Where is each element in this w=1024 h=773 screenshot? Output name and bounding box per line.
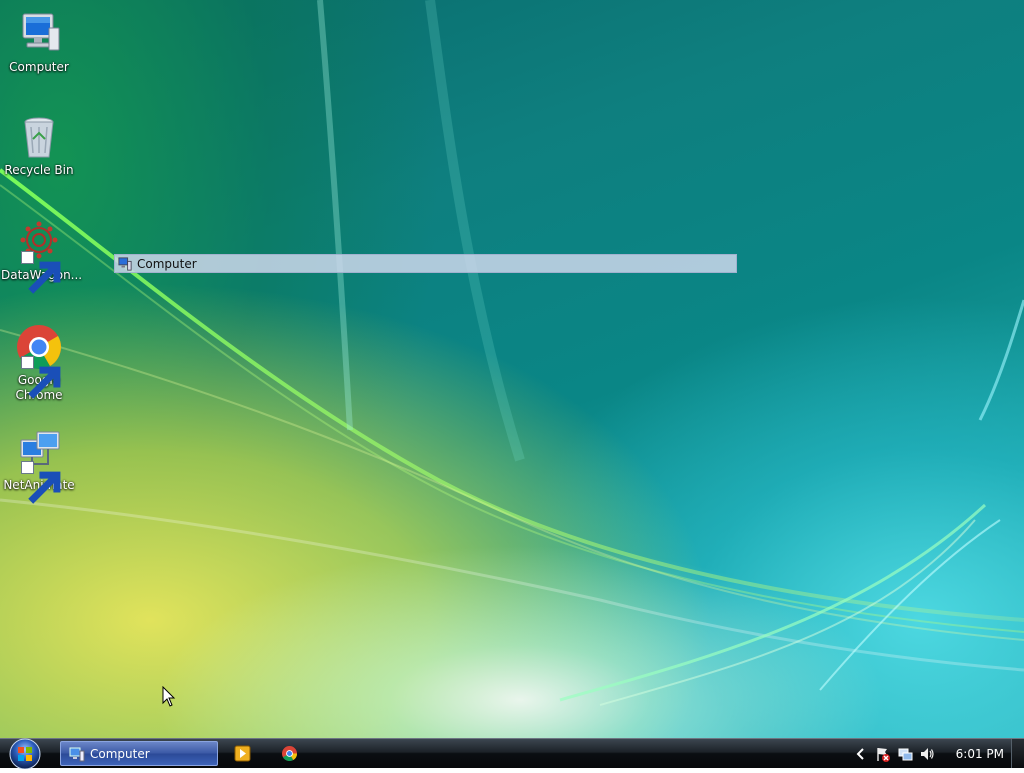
taskbar-button-label: Computer <box>90 746 150 761</box>
desktop-icon-computer[interactable]: Computer <box>1 10 77 75</box>
chevron-left-icon[interactable] <box>853 746 869 762</box>
shortcut-arrow-icon <box>21 251 61 294</box>
shortcut-arrow-icon <box>21 461 61 504</box>
mouse-cursor-icon <box>162 686 176 707</box>
computer-icon <box>15 10 63 58</box>
network-icon[interactable] <box>897 746 913 762</box>
desktop-icon-label: Computer <box>9 60 69 74</box>
network-computers-icon <box>15 428 63 504</box>
desktop-icon-google-chrome[interactable]: Google Chrome <box>1 323 77 403</box>
recycle-bin-icon <box>15 113 63 161</box>
desktop[interactable]: Computer Recycle Bin DataWagon... Google… <box>0 0 1024 738</box>
wallpaper-waves <box>0 0 1024 706</box>
computer-icon <box>118 256 132 271</box>
start-button[interactable] <box>4 737 46 770</box>
windows-orb-icon <box>9 738 41 770</box>
drag-preview: Computer <box>114 254 737 273</box>
taskbar: Computer 6:01 PM <box>0 737 1024 770</box>
desktop-icon-netanimate[interactable]: NetAnimate <box>1 428 77 504</box>
chrome-icon <box>15 323 63 399</box>
system-tray: 6:01 PM <box>850 739 1010 768</box>
computer-icon <box>69 747 85 761</box>
taskbar-button-computer[interactable]: Computer <box>60 741 218 766</box>
volume-icon[interactable] <box>919 746 935 762</box>
drag-preview-label: Computer <box>137 256 197 271</box>
clock[interactable]: 6:01 PM <box>956 747 1004 761</box>
desktop-icon-datawagon[interactable]: DataWagon... <box>1 218 82 294</box>
show-desktop-button[interactable] <box>1011 739 1024 768</box>
chrome-icon[interactable] <box>281 745 298 762</box>
shortcut-arrow-icon <box>21 356 61 399</box>
action-center-flag-icon[interactable] <box>875 746 891 762</box>
desktop-icon-recycle-bin[interactable]: Recycle Bin <box>1 113 77 178</box>
desktop-icon-label: Recycle Bin <box>4 163 74 177</box>
datawagon-icon <box>15 218 63 294</box>
media-player-icon[interactable] <box>234 745 251 762</box>
